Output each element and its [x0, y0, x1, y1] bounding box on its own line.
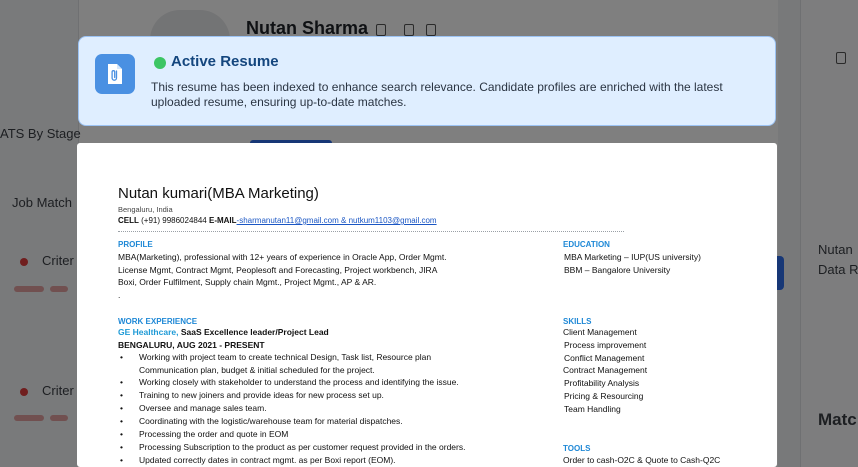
skill-item: Profitability Analysis: [564, 378, 640, 388]
work-bullet: Oversee and manage sales team.: [139, 403, 267, 413]
cell-value: (+91) 9986024844: [141, 216, 207, 225]
bullet-icon: •: [120, 403, 123, 413]
cell-label: CELL: [118, 216, 139, 225]
work-bullet: Communication plan, budget & initial sch…: [139, 365, 375, 375]
bullet-icon: •: [120, 352, 123, 362]
resume-document: Nutan kumari(MBA Marketing) Bengaluru, I…: [77, 143, 777, 467]
banner-message: This resume has been indexed to enhance …: [151, 80, 723, 109]
skill-item: Pricing & Resourcing: [564, 391, 644, 401]
skill-item: Team Handling: [564, 404, 621, 414]
attachment-file-icon: [95, 54, 135, 94]
bullet-icon: •: [120, 377, 123, 387]
company-name: GE Healthcare,: [118, 327, 179, 337]
skill-item: Conflict Management: [564, 353, 645, 363]
tool-item: Order to cash-O2C & Quote to Cash-Q2C: [563, 455, 721, 465]
work-bullet: Working with project team to create tech…: [139, 352, 432, 362]
tools-heading: TOOLS: [563, 444, 591, 453]
bullet-icon: •: [120, 429, 123, 439]
resume-name: Nutan kumari(MBA Marketing): [118, 185, 319, 202]
profile-line: License Mgmt, Contract Mgmt, Peoplesoft …: [118, 265, 438, 275]
bullet-icon: •: [120, 390, 123, 400]
active-status-dot: [154, 57, 166, 69]
profile-line: MBA(Marketing), professional with 12+ ye…: [118, 252, 447, 262]
resume-contact: CELL (+91) 9986024844 E-MAIL-sharmanutan…: [118, 216, 437, 225]
work-bullet: Processing the order and quote in EOM: [139, 429, 289, 439]
job-location-date: BENGALURU, AUG 2021 - PRESENT: [118, 340, 265, 350]
email-label: E-MAIL: [208, 216, 237, 225]
header-divider: [118, 231, 624, 232]
bullet-icon: •: [120, 416, 123, 426]
skill-item: Client Management: [563, 327, 637, 337]
profile-heading: PROFILE: [118, 240, 153, 249]
work-bullet: Training to new joiners and provide idea…: [139, 390, 384, 400]
work-bullet: Coordinating with the logistic/warehouse…: [139, 416, 403, 426]
active-resume-banner: Active Resume This resume has been index…: [78, 36, 776, 126]
skill-item: Process improvement: [564, 340, 647, 350]
bullet-icon: •: [120, 455, 123, 465]
profile-line: Boxi, Order Fulfilment, Supply chain Mgm…: [118, 277, 377, 287]
education-heading: EDUCATION: [563, 240, 610, 249]
work-bullet: Working closely with stakeholder to unde…: [139, 377, 459, 387]
work-bullet: Processing Subscription to the product a…: [139, 442, 466, 452]
work-bullet: Updated correctly dates in contract mgmt…: [139, 455, 396, 465]
job-role: SaaS Excellence leader/Project Lead: [178, 327, 329, 337]
banner-title: Active Resume: [171, 53, 279, 70]
resume-location: Bengaluru, India: [118, 205, 173, 214]
skills-heading: SKILLS: [563, 317, 592, 326]
profile-line: .: [118, 290, 121, 300]
work-heading: WORK EXPERIENCE: [118, 317, 198, 326]
education-item: MBA Marketing – IUP(US university): [564, 252, 701, 262]
email-link[interactable]: -sharmanutan11@gmail.com & nutkum1103@gm…: [237, 216, 437, 225]
skill-item: Contract Management: [563, 365, 648, 375]
bullet-icon: •: [120, 442, 123, 452]
education-item: BBM – Bangalore University: [564, 265, 671, 275]
job-title-line: GE Healthcare, SaaS Excellence leader/Pr…: [118, 326, 329, 339]
